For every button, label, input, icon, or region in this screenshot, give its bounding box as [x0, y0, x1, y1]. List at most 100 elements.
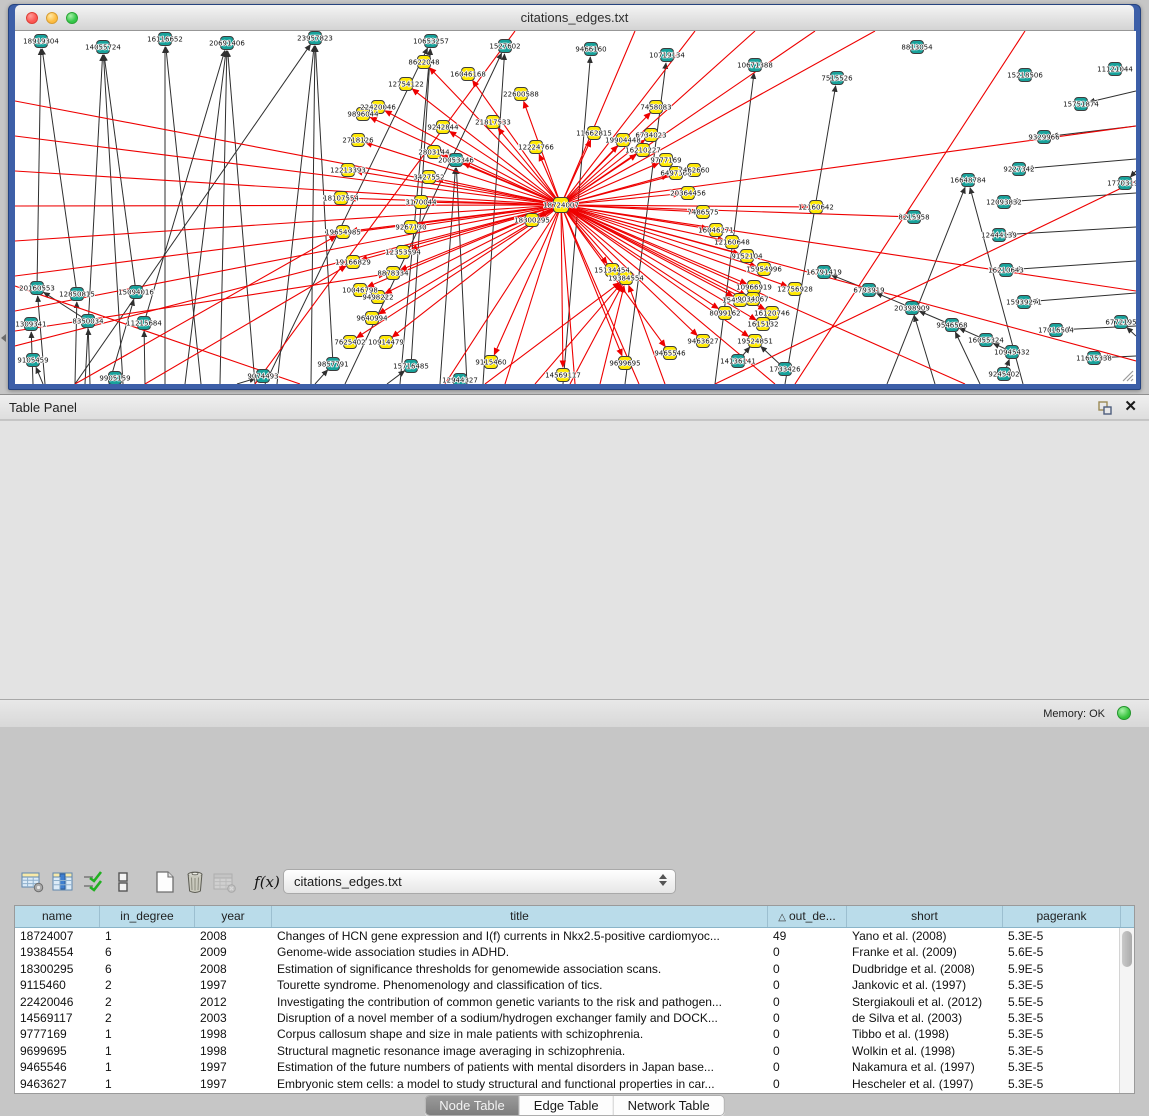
graph-edge[interactable]: [1032, 293, 1136, 301]
graph-node-label: 8813054: [901, 43, 933, 51]
graph-edge[interactable]: [75, 236, 336, 384]
tab-node-table[interactable]: Node Table: [425, 1096, 520, 1115]
graph-edge[interactable]: [185, 51, 226, 384]
graph-edge[interactable]: [1130, 171, 1136, 177]
cell-title: Disruption of a novel member of a sodium…: [272, 1010, 768, 1026]
table-selector-dropdown[interactable]: citations_edges.txt: [283, 869, 676, 894]
graph-edge[interactable]: [265, 48, 428, 384]
table-row[interactable]: 2242004622012Investigating the contribut…: [15, 994, 1134, 1010]
tab-network-table[interactable]: Network Table: [614, 1096, 724, 1115]
column-header-year[interactable]: year: [195, 906, 272, 927]
graph-edge[interactable]: [103, 55, 123, 384]
table-row[interactable]: 1872400712008Changes of HCN gene express…: [15, 928, 1134, 944]
graph-node-label: 15751874: [1063, 100, 1099, 108]
table-row[interactable]: 911546021997Tourette syndrome. Phenomeno…: [15, 977, 1134, 993]
column-header-short[interactable]: short: [847, 906, 1003, 927]
graph-edge[interactable]: [1012, 193, 1136, 201]
graph-edge[interactable]: [15, 205, 561, 241]
graph-edge[interactable]: [629, 286, 665, 384]
scrollbar-thumb[interactable]: [1122, 931, 1132, 967]
graph-edge[interactable]: [561, 113, 650, 205]
graph-edge[interactable]: [561, 31, 815, 205]
resize-grip[interactable]: [1120, 368, 1134, 382]
graph-edge[interactable]: [505, 205, 561, 384]
graph-edge[interactable]: [1014, 261, 1136, 269]
minimize-window-icon[interactable]: [46, 12, 58, 24]
cell-in_degree: 1: [100, 1043, 195, 1059]
graph-edge[interactable]: [524, 102, 561, 205]
graph-edge[interactable]: [42, 49, 77, 294]
graph-edge[interactable]: [315, 370, 328, 384]
graph-node-label: 17016504: [1038, 326, 1074, 334]
hidden-panel-handle-icon[interactable]: [1, 334, 6, 342]
table-row[interactable]: 1456911722003Disruption of a novel membe…: [15, 1010, 1134, 1026]
graph-edge[interactable]: [15, 205, 561, 206]
table-row[interactable]: 1830029562008Estimation of significance …: [15, 961, 1134, 977]
dropdown-stepper-icon: [659, 874, 667, 886]
graph-node-label: 3170044: [405, 198, 437, 206]
close-window-icon[interactable]: [26, 12, 38, 24]
column-header-name[interactable]: name: [15, 906, 100, 927]
network-canvas[interactable]: 1891930414055724161166522069140623957823…: [15, 31, 1136, 384]
graph-edge[interactable]: [387, 371, 405, 384]
graph-edge[interactable]: [166, 47, 201, 384]
cell-title: Genome-wide association studies in ADHD.: [272, 944, 768, 960]
graph-edge[interactable]: [228, 51, 255, 384]
zoom-window-icon[interactable]: [66, 12, 78, 24]
delete-table-button[interactable]: [180, 868, 210, 896]
graph-edge[interactable]: [914, 316, 935, 384]
selection-mode-button[interactable]: [78, 868, 108, 896]
graph-node-label: 6734023: [635, 131, 666, 139]
graph-edge[interactable]: [220, 51, 227, 384]
new-column-button[interactable]: [150, 868, 180, 896]
graph-edge[interactable]: [144, 51, 225, 323]
graph-edge[interactable]: [1027, 159, 1136, 168]
graph-edge[interactable]: [277, 46, 314, 384]
tab-edge-table[interactable]: Edge Table: [520, 1096, 614, 1115]
vertical-scrollbar[interactable]: [1119, 928, 1134, 1094]
close-panel-icon[interactable]: ✕: [1124, 397, 1137, 415]
graph-edge[interactable]: [311, 46, 315, 384]
graph-edge[interactable]: [561, 31, 875, 205]
graph-edge[interactable]: [75, 302, 77, 384]
graph-edge[interactable]: [36, 367, 43, 384]
column-header-title[interactable]: title: [272, 906, 768, 927]
graph-node-label: 20053346: [438, 156, 474, 164]
graph-edge[interactable]: [561, 205, 1136, 291]
column-visibility-button[interactable]: [48, 868, 78, 896]
sort-asc-icon: △: [778, 912, 786, 923]
graph-edge[interactable]: [104, 55, 136, 292]
graph-edge[interactable]: [255, 31, 515, 384]
network-svg: 1891930414055724161166522069140623957823…: [15, 31, 1136, 384]
row-mode-button[interactable]: [108, 868, 138, 896]
graph-edge[interactable]: [75, 45, 310, 384]
table-row[interactable]: 969969511998Structural magnetic resonanc…: [15, 1043, 1134, 1059]
graph-edge[interactable]: [561, 205, 718, 309]
graph-edge[interactable]: [85, 55, 103, 384]
graph-node-label: 10671388: [737, 61, 773, 69]
graph-edge[interactable]: [15, 205, 561, 276]
window-titlebar[interactable]: citations_edges.txt: [15, 5, 1134, 31]
table-options-button[interactable]: [18, 868, 48, 896]
cell-out_de: 0: [768, 1010, 847, 1026]
graph-edge[interactable]: [485, 283, 620, 384]
float-panel-icon[interactable]: [1097, 400, 1113, 416]
column-header-out_de[interactable]: △out_de...: [768, 906, 847, 927]
graph-edge[interactable]: [1127, 327, 1136, 336]
table-row[interactable]: 1938455462009Genome-wide association stu…: [15, 944, 1134, 960]
column-header-pagerank[interactable]: pagerank: [1003, 906, 1121, 927]
table-row[interactable]: 946554611997Estimation of the future num…: [15, 1059, 1134, 1075]
graph-edge[interactable]: [785, 86, 836, 384]
graph-edge[interactable]: [561, 31, 635, 205]
table-row[interactable]: 946362711997Embryonic stem cells: a mode…: [15, 1076, 1134, 1092]
table-row[interactable]: 977716911998Corpus callosum shape and si…: [15, 1026, 1134, 1042]
function-builder-button[interactable]: f(x): [252, 868, 282, 896]
graph-edge[interactable]: [145, 266, 346, 384]
graph-edge[interactable]: [561, 205, 1136, 361]
cell-short: Jankovic et al. (1997): [847, 977, 1003, 993]
cell-pagerank: 5.3E-5: [1003, 928, 1121, 944]
column-header-in_degree[interactable]: in_degree: [100, 906, 195, 927]
graph-edge[interactable]: [144, 331, 145, 384]
cell-name: 18724007: [15, 928, 100, 944]
graph-edge[interactable]: [37, 49, 41, 288]
